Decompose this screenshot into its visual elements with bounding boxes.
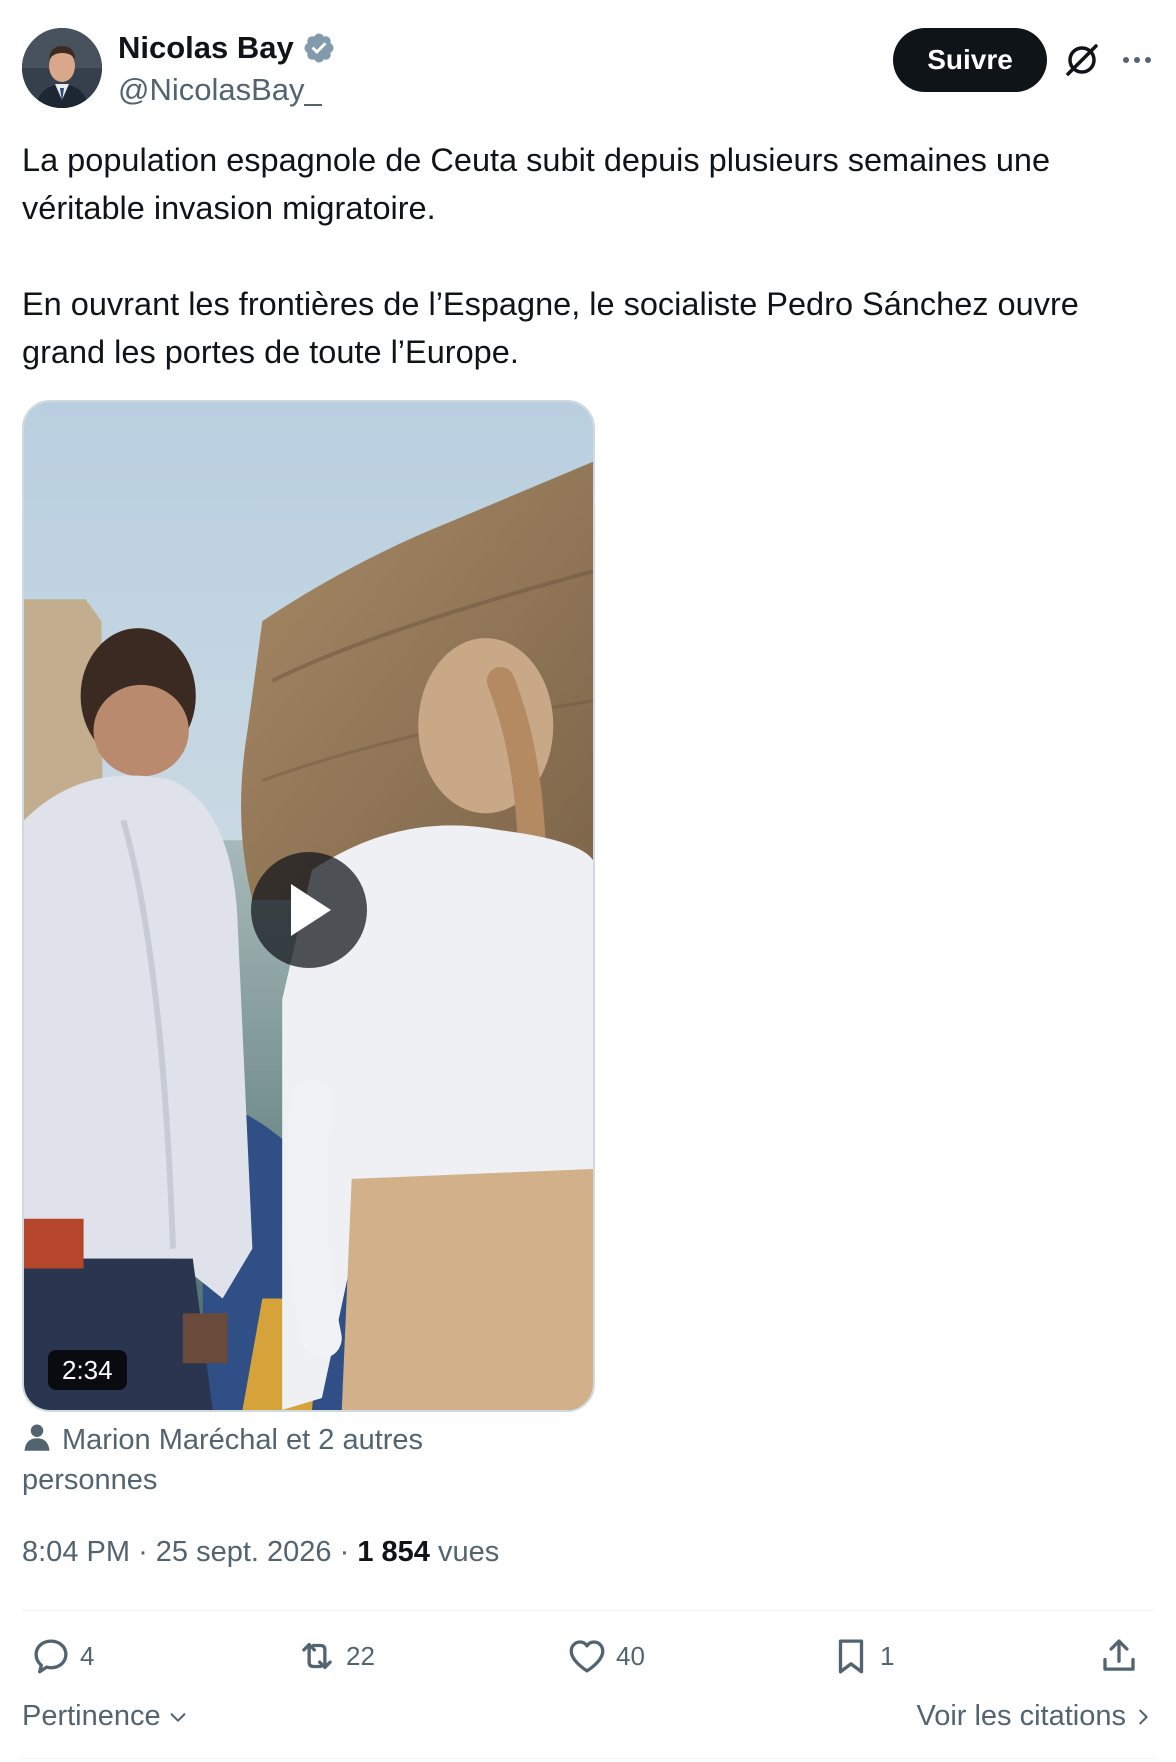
reply-button[interactable]: 4 bbox=[30, 1632, 94, 1680]
heart-icon bbox=[569, 1640, 605, 1673]
bookmark-count: 1 bbox=[880, 1640, 895, 1671]
meta-separator: · bbox=[339, 1536, 350, 1568]
view-quotes-link[interactable]: Voir les citations bbox=[916, 1700, 1154, 1733]
repost-icon bbox=[302, 1642, 332, 1670]
tweet-text: La population espagnole de Ceuta subit d… bbox=[22, 136, 1152, 376]
reply-icon bbox=[34, 1639, 68, 1674]
like-button[interactable]: 40 bbox=[566, 1632, 645, 1680]
tweet-paragraph-2: En ouvrant les frontières de l’Espagne, … bbox=[22, 286, 1079, 370]
handle[interactable]: @NicolasBay_ bbox=[118, 72, 322, 108]
follow-button[interactable]: Suivre bbox=[893, 28, 1047, 92]
person-icon bbox=[24, 1424, 50, 1451]
play-button[interactable] bbox=[251, 852, 367, 968]
grok-icon[interactable] bbox=[1062, 40, 1102, 80]
views-label: vues bbox=[438, 1536, 500, 1568]
chevron-right-icon bbox=[1139, 1709, 1148, 1724]
views-count: 1 854 bbox=[357, 1536, 430, 1568]
reply-count: 4 bbox=[80, 1640, 95, 1671]
repost-count: 22 bbox=[346, 1640, 375, 1671]
avatar[interactable] bbox=[22, 28, 102, 108]
share-button[interactable] bbox=[1098, 1632, 1140, 1680]
quotes-label: Voir les citations bbox=[916, 1700, 1126, 1732]
tweet-time[interactable]: 8:04 PM bbox=[22, 1536, 130, 1568]
profile-photo bbox=[22, 28, 102, 108]
tweet-meta: 8:04 PM · 25 sept. 2026 · 1 854 vues bbox=[22, 1536, 499, 1569]
tweet-paragraph-1: La population espagnole de Ceuta subit d… bbox=[22, 142, 1051, 226]
bookmark-button[interactable]: 1 bbox=[830, 1632, 894, 1680]
sort-label: Pertinence bbox=[22, 1700, 161, 1732]
bookmark-icon bbox=[838, 1639, 864, 1674]
meta-separator: · bbox=[138, 1536, 148, 1568]
more-icon[interactable] bbox=[1120, 44, 1154, 76]
tweet-detail: Nicolas Bay @NicolasBay_ Suivre La popul… bbox=[0, 0, 1176, 1762]
like-count: 40 bbox=[616, 1640, 645, 1671]
tagged-people[interactable]: Marion Maréchal et 2 autres personnes bbox=[22, 1420, 542, 1500]
verified-icon bbox=[304, 33, 334, 63]
tagged-text-line-2[interactable]: personnes bbox=[22, 1464, 157, 1496]
sort-dropdown[interactable]: Pertinence bbox=[22, 1700, 189, 1733]
author-name-row[interactable]: Nicolas Bay bbox=[118, 30, 336, 66]
play-icon bbox=[291, 884, 331, 936]
divider bbox=[22, 1610, 1154, 1611]
repost-button[interactable]: 22 bbox=[296, 1632, 375, 1680]
chevron-down-icon bbox=[170, 1712, 186, 1722]
video-media[interactable]: 2:34 bbox=[22, 400, 595, 1412]
duration-badge: 2:34 bbox=[48, 1350, 127, 1390]
share-icon bbox=[1103, 1639, 1135, 1671]
tweet-date[interactable]: 25 sept. 2026 bbox=[156, 1536, 332, 1568]
divider bbox=[22, 1758, 1154, 1759]
tagged-text-line-1[interactable]: Marion Maréchal et 2 autres bbox=[62, 1424, 423, 1456]
display-name[interactable]: Nicolas Bay bbox=[118, 30, 294, 66]
